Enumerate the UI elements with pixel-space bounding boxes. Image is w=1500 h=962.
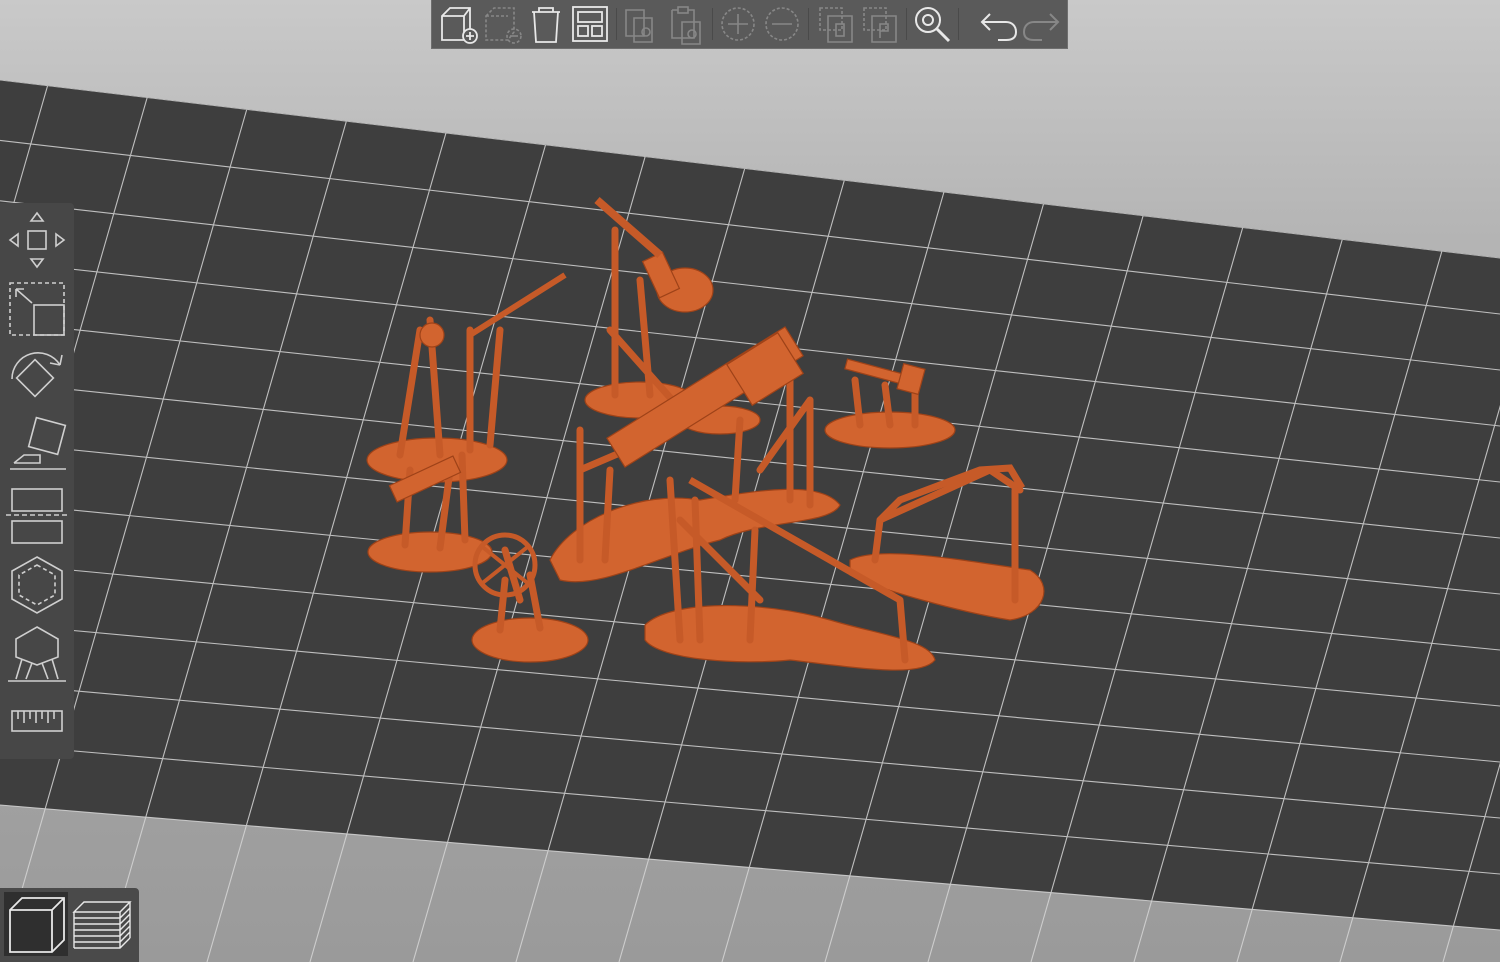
remove-selection-button[interactable] xyxy=(480,2,524,46)
delete-button[interactable] xyxy=(524,2,568,46)
rotate-tool-button[interactable] xyxy=(4,345,70,409)
move-tool-button[interactable] xyxy=(4,207,70,271)
split-parts-button[interactable] xyxy=(858,2,902,46)
3d-scene[interactable] xyxy=(0,0,1500,962)
3d-view-icon xyxy=(9,897,65,953)
move-icon xyxy=(8,211,66,269)
rotate-icon xyxy=(11,352,63,398)
support-points-icon xyxy=(8,626,66,682)
place-on-face-icon xyxy=(10,416,67,470)
top-toolbar xyxy=(431,0,1068,49)
arrange-icon xyxy=(572,6,608,42)
measure-tool-button[interactable] xyxy=(4,693,70,749)
remove-instance-icon xyxy=(765,7,799,41)
delete-icon xyxy=(532,7,560,43)
undo-icon xyxy=(980,13,1018,41)
redo-icon xyxy=(1022,13,1060,41)
split-parts-icon xyxy=(863,7,897,43)
left-toolbar xyxy=(0,203,74,759)
add-model-icon xyxy=(441,7,478,44)
search-button[interactable] xyxy=(910,2,954,46)
search-icon xyxy=(915,7,951,43)
copy-icon xyxy=(625,9,653,43)
3d-view-button[interactable] xyxy=(4,892,68,956)
split-objects-button[interactable] xyxy=(814,2,858,46)
copy-button[interactable] xyxy=(620,2,664,46)
paste-icon xyxy=(671,6,701,45)
hollow-tool-button[interactable] xyxy=(4,553,70,617)
add-instance-button[interactable] xyxy=(716,2,760,46)
scale-icon xyxy=(9,282,65,336)
place-on-face-tool-button[interactable] xyxy=(4,415,70,479)
arrange-button[interactable] xyxy=(568,2,612,46)
undo-button[interactable] xyxy=(976,2,1020,46)
view-mode-switcher xyxy=(0,888,139,962)
remove-selection-icon xyxy=(485,7,522,44)
support-points-tool-button[interactable] xyxy=(4,623,70,687)
scale-tool-button[interactable] xyxy=(4,277,70,341)
hollow-icon xyxy=(11,556,63,614)
add-model-button[interactable] xyxy=(436,2,480,46)
split-objects-icon xyxy=(819,7,853,43)
remove-instance-button[interactable] xyxy=(760,2,804,46)
preview-layers-icon xyxy=(72,901,132,949)
cut-icon xyxy=(6,488,68,544)
preview-layers-button[interactable] xyxy=(70,892,134,956)
cut-tool-button[interactable] xyxy=(4,483,70,547)
paste-button[interactable] xyxy=(664,2,708,46)
redo-button[interactable] xyxy=(1020,2,1064,46)
add-instance-icon xyxy=(721,7,755,41)
measure-icon xyxy=(11,710,63,732)
